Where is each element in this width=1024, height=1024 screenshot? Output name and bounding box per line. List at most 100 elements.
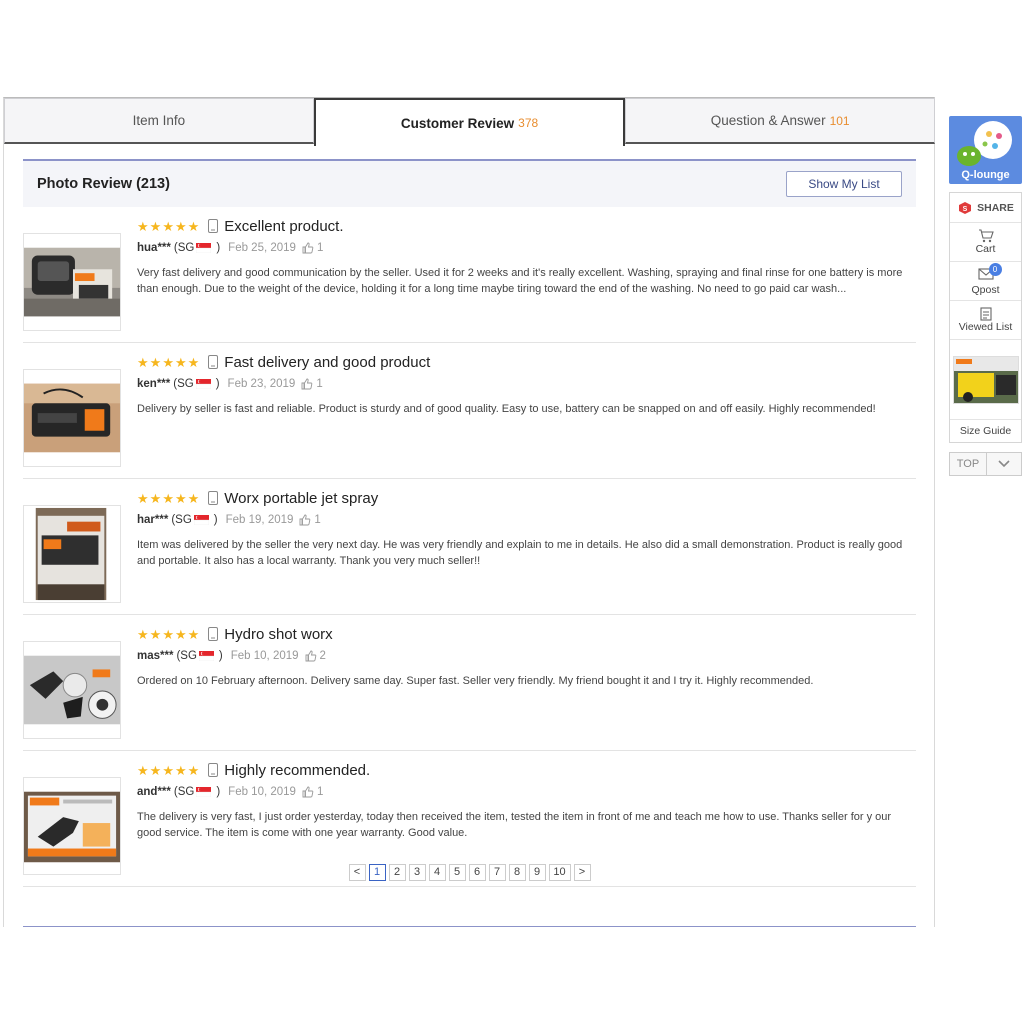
paren-close: ) bbox=[216, 242, 221, 254]
star-icon: ★ bbox=[174, 490, 187, 506]
star-icon: ★ bbox=[187, 354, 200, 370]
thumbs-up-icon[interactable] bbox=[301, 378, 313, 390]
star-icon: ★ bbox=[149, 762, 162, 778]
singapore-flag-icon bbox=[198, 651, 214, 661]
share-label: SHARE bbox=[977, 201, 1014, 214]
viewed-list-button[interactable]: Viewed List bbox=[950, 301, 1021, 340]
review-panel: Item Info Customer Review 378 Question &… bbox=[3, 97, 936, 927]
qpost-button[interactable]: 0 Qpost bbox=[950, 262, 1021, 301]
review-photo[interactable] bbox=[23, 641, 121, 739]
q-lounge-label: Q-lounge bbox=[961, 169, 1010, 181]
qpost-icon-wrap: 0 bbox=[977, 262, 1002, 284]
qpost-badge: 0 bbox=[988, 262, 1002, 276]
clipboard-icon bbox=[979, 307, 992, 321]
tab-item-info[interactable]: Item Info bbox=[4, 98, 314, 144]
review-date: Feb 23, 2019 bbox=[227, 378, 296, 390]
tab-customer-review[interactable]: Customer Review 378 bbox=[313, 98, 626, 146]
page-7-button[interactable]: 7 bbox=[488, 863, 506, 881]
star-icon: ★ bbox=[174, 762, 187, 778]
show-my-list-button[interactable]: Show My List bbox=[786, 171, 902, 197]
viewed-item-thumbnail[interactable] bbox=[950, 340, 1021, 420]
thumbs-up-icon[interactable] bbox=[305, 650, 317, 662]
viewed-item-image bbox=[952, 355, 1019, 404]
prev-page-button[interactable]: < bbox=[348, 863, 366, 881]
next-page-button[interactable]: > bbox=[573, 863, 591, 881]
review-photo-image bbox=[24, 506, 120, 602]
reviewer-country: (SG bbox=[171, 514, 192, 526]
review-body: Ordered on 10 February afternoon. Delive… bbox=[137, 675, 814, 687]
reviewer-name: mas*** bbox=[137, 650, 174, 662]
review-photo-image bbox=[24, 234, 120, 330]
review-title[interactable]: Hydro shot worx bbox=[224, 626, 332, 643]
review-item: ★ ★ ★ ★ ★ Worx portable jet spray har*** (SG… bbox=[23, 479, 916, 615]
paren-close: ) bbox=[218, 650, 223, 662]
thumbs-up-icon[interactable] bbox=[302, 786, 314, 798]
review-header: ★ ★ ★ ★ ★ Hydro shot worx bbox=[137, 625, 333, 643]
star-icon: ★ bbox=[137, 218, 149, 234]
review-title[interactable]: Highly recommended. bbox=[224, 762, 370, 779]
page-6-button[interactable]: 6 bbox=[468, 863, 486, 881]
star-icon: ★ bbox=[149, 626, 162, 642]
review-date: Feb 19, 2019 bbox=[225, 514, 294, 526]
share-icon: S bbox=[959, 201, 972, 214]
page-8-button[interactable]: 8 bbox=[508, 863, 526, 881]
review-photo[interactable] bbox=[23, 505, 121, 603]
page-1-button[interactable]: 1 bbox=[368, 863, 386, 881]
share-button[interactable]: S SHARE bbox=[950, 193, 1021, 223]
reviewer-name: hua*** bbox=[137, 242, 171, 254]
review-item: ★ ★ ★ ★ ★ Fast delivery and good product ken… bbox=[23, 343, 916, 479]
reviewer-country: (SG bbox=[173, 378, 194, 390]
pagination: < 1 2 3 4 5 6 7 8 9 10 > bbox=[23, 854, 916, 890]
reviewer-country: (SG bbox=[176, 650, 197, 662]
tab-label: Question & Answer bbox=[710, 113, 826, 128]
page-9-button[interactable]: 9 bbox=[528, 863, 546, 881]
star-icon: ★ bbox=[174, 218, 187, 234]
review-title[interactable]: Worx portable jet spray bbox=[224, 490, 378, 507]
review-photo[interactable] bbox=[23, 369, 121, 467]
review-title[interactable]: Excellent product. bbox=[224, 218, 343, 235]
page-3-button[interactable]: 3 bbox=[408, 863, 426, 881]
review-meta: hua*** (SG ) Feb 25, 2019 1 bbox=[137, 240, 323, 256]
photo-review-title: Photo Review (213) bbox=[37, 176, 170, 192]
star-icon: ★ bbox=[187, 218, 200, 234]
page-2-button[interactable]: 2 bbox=[388, 863, 406, 881]
review-body: Very fast delivery and good communicatio… bbox=[137, 267, 903, 295]
viewed-item-photo bbox=[953, 356, 1018, 403]
cart-icon bbox=[978, 229, 994, 243]
tab-label: Item Info bbox=[132, 113, 186, 128]
quick-sidebar: Q-lounge S SHARE Cart 0 Qpost Viewed Lis… bbox=[949, 116, 1022, 476]
like-count: 1 bbox=[314, 514, 321, 526]
scroll-down-button[interactable] bbox=[987, 453, 1021, 475]
review-header: ★ ★ ★ ★ ★ Fast delivery and good product bbox=[137, 353, 430, 371]
tab-question-answer[interactable]: Question & Answer 101 bbox=[625, 98, 936, 144]
star-icon: ★ bbox=[187, 490, 200, 506]
star-icon: ★ bbox=[149, 218, 162, 234]
review-meta: and*** (SG ) Feb 10, 2019 1 bbox=[137, 784, 323, 800]
q-lounge-button[interactable]: Q-lounge bbox=[949, 116, 1022, 184]
singapore-flag-icon bbox=[196, 243, 212, 253]
mobile-icon bbox=[208, 219, 219, 233]
tab-label: Customer Review bbox=[400, 115, 515, 131]
size-guide-button[interactable]: Size Guide bbox=[950, 420, 1021, 442]
star-icon: ★ bbox=[162, 218, 174, 234]
thumbs-up-icon[interactable] bbox=[302, 242, 314, 254]
reviewer-name: and*** bbox=[137, 786, 171, 798]
page-4-button[interactable]: 4 bbox=[428, 863, 446, 881]
paren-close: ) bbox=[216, 786, 221, 798]
page-5-button[interactable]: 5 bbox=[448, 863, 466, 881]
review-title[interactable]: Fast delivery and good product bbox=[224, 354, 430, 371]
star-rating: ★ ★ ★ ★ ★ bbox=[137, 492, 199, 505]
photo-review-header: Photo Review (213) Show My List bbox=[23, 161, 916, 207]
cart-button[interactable]: Cart bbox=[950, 223, 1021, 262]
mobile-icon bbox=[208, 627, 219, 641]
review-photo[interactable] bbox=[23, 233, 121, 331]
star-icon: ★ bbox=[162, 490, 174, 506]
star-icon: ★ bbox=[137, 490, 149, 506]
paren-close: ) bbox=[215, 378, 220, 390]
thumbs-up-icon[interactable] bbox=[299, 514, 311, 526]
mobile-icon bbox=[208, 763, 219, 777]
star-icon: ★ bbox=[187, 762, 200, 778]
like-count: 1 bbox=[316, 378, 323, 390]
scroll-top-button[interactable]: TOP bbox=[950, 453, 987, 475]
page-10-button[interactable]: 10 bbox=[548, 863, 571, 881]
